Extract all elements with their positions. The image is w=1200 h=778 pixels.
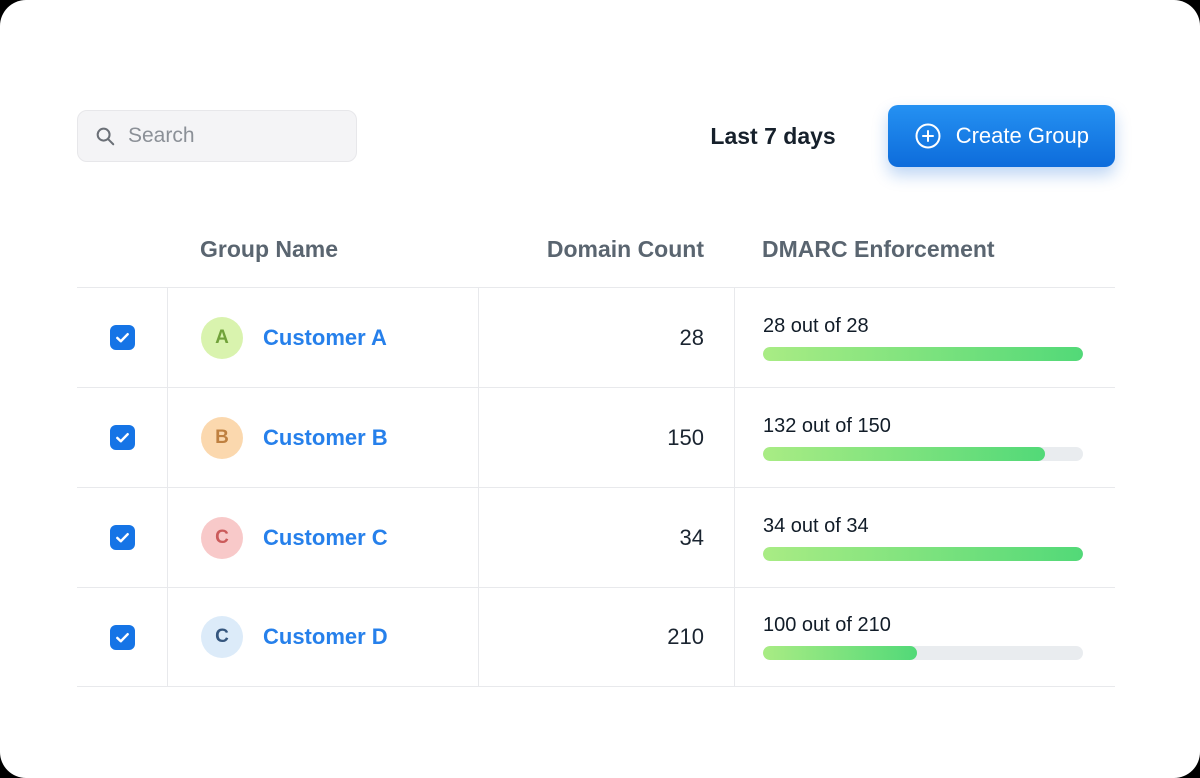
create-group-button[interactable]: Create Group — [888, 105, 1115, 167]
plus-circle-icon — [914, 122, 942, 150]
customer-link[interactable]: Customer A — [263, 325, 387, 351]
date-range-label[interactable]: Last 7 days — [710, 123, 835, 150]
progress-bar — [763, 646, 1083, 660]
enforcement-label: 34 out of 34 — [763, 515, 1083, 538]
check-icon — [115, 630, 130, 645]
avatar: C — [201, 616, 243, 658]
row-checkbox[interactable] — [110, 425, 135, 450]
domain-count-cell: 28 — [478, 288, 734, 387]
progress-bar — [763, 447, 1083, 461]
progress-fill — [763, 547, 1083, 561]
table-row: C Customer D 210 100 out of 210 — [77, 587, 1115, 687]
progress-fill — [763, 646, 917, 660]
group-name-cell: B Customer B — [167, 388, 478, 487]
group-name-cell: C Customer D — [167, 588, 478, 686]
header-dmarc-enforcement: DMARC Enforcement — [734, 236, 1115, 263]
dmarc-cell: 34 out of 34 — [734, 488, 1115, 587]
progress-fill — [763, 447, 1045, 461]
avatar: A — [201, 317, 243, 359]
groups-table: Group Name Domain Count DMARC Enforcemen… — [77, 211, 1115, 687]
checkbox-cell — [77, 488, 167, 587]
check-icon — [115, 430, 130, 445]
row-checkbox[interactable] — [110, 525, 135, 550]
progress-bar — [763, 347, 1083, 361]
avatar: B — [201, 417, 243, 459]
dmarc-cell: 100 out of 210 — [734, 588, 1115, 686]
customer-link[interactable]: Customer B — [263, 425, 388, 451]
checkbox-cell — [77, 388, 167, 487]
checkbox-cell — [77, 288, 167, 387]
enforcement-label: 100 out of 210 — [763, 614, 1083, 637]
header-domain-count: Domain Count — [478, 236, 734, 263]
domain-count-cell: 210 — [478, 588, 734, 686]
enforcement-label: 28 out of 28 — [763, 315, 1083, 338]
domain-count-cell: 150 — [478, 388, 734, 487]
checkbox-cell — [77, 588, 167, 686]
search-icon — [94, 125, 116, 147]
dmarc-cell: 28 out of 28 — [734, 288, 1115, 387]
toolbar: Last 7 days Create Group — [77, 105, 1115, 167]
table-row: C Customer C 34 34 out of 34 — [77, 487, 1115, 587]
group-name-cell: C Customer C — [167, 488, 478, 587]
progress-fill — [763, 347, 1083, 361]
row-checkbox[interactable] — [110, 625, 135, 650]
table-row: B Customer B 150 132 out of 150 — [77, 387, 1115, 487]
avatar: C — [201, 517, 243, 559]
create-group-label: Create Group — [956, 123, 1089, 149]
table-header-row: Group Name Domain Count DMARC Enforcemen… — [77, 211, 1115, 287]
group-name-cell: A Customer A — [167, 288, 478, 387]
table-row: A Customer A 28 28 out of 28 — [77, 287, 1115, 387]
check-icon — [115, 530, 130, 545]
domain-count-cell: 34 — [478, 488, 734, 587]
search-box[interactable] — [77, 110, 357, 162]
progress-bar — [763, 547, 1083, 561]
page-card: Last 7 days Create Group Group Name Doma… — [0, 0, 1200, 778]
enforcement-label: 132 out of 150 — [763, 415, 1083, 438]
customer-link[interactable]: Customer D — [263, 624, 388, 650]
customer-link[interactable]: Customer C — [263, 525, 388, 551]
search-input[interactable] — [128, 124, 340, 148]
row-checkbox[interactable] — [110, 325, 135, 350]
check-icon — [115, 330, 130, 345]
dmarc-cell: 132 out of 150 — [734, 388, 1115, 487]
header-group-name: Group Name — [167, 236, 478, 263]
